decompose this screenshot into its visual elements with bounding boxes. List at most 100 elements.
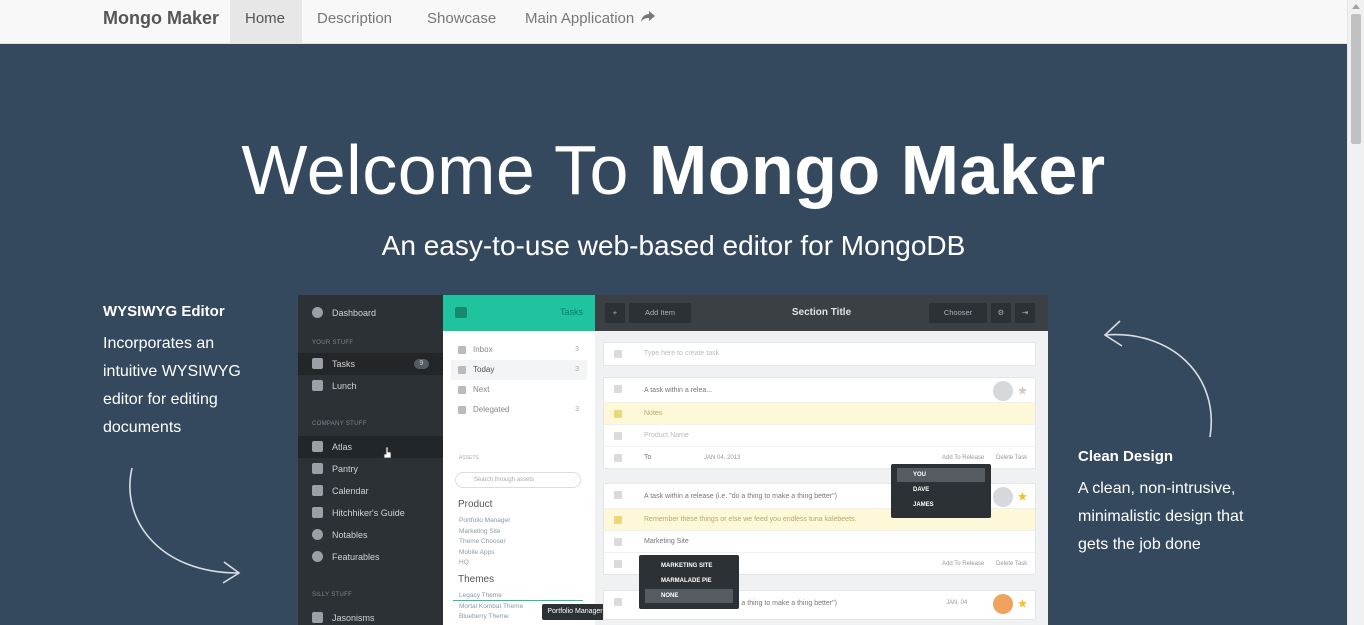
mock-dropdown-option: DAVE bbox=[913, 487, 930, 493]
mock-sidebar-label: Lunch bbox=[332, 381, 357, 391]
mock-list-item-count: 3 bbox=[575, 346, 579, 353]
mock-task-product: Product Name bbox=[604, 425, 1035, 447]
feature-clean-line: gets the job done bbox=[1078, 536, 1201, 553]
mock-product-items: Portfolio Manager Marketing Site Theme C… bbox=[459, 516, 510, 569]
star-icon bbox=[1018, 599, 1027, 608]
mock-sidebar-label: Jasonisms bbox=[332, 613, 375, 623]
mock-sidebar-atlas: Atlas bbox=[298, 436, 443, 458]
mock-theme-item: Mortal Kombat Theme bbox=[459, 602, 524, 610]
mock-exit-icon: ⇥ bbox=[1015, 303, 1035, 323]
mock-task-note-text: Remember these things or else we feed yo… bbox=[644, 516, 857, 523]
inbox-icon bbox=[458, 346, 466, 354]
mock-sidebar-label: Dashboard bbox=[332, 308, 377, 318]
note-icon bbox=[614, 516, 622, 524]
feature-clean-text: A clean, non-intrusive, minimalistic des… bbox=[1078, 475, 1243, 559]
mock-sidebar-lunch: Lunch bbox=[298, 375, 443, 397]
mock-avatar bbox=[993, 594, 1013, 614]
mock-sidebar-label: Notables bbox=[332, 530, 368, 540]
page-scrollbar[interactable] bbox=[1347, 0, 1364, 625]
stack-icon bbox=[455, 307, 467, 318]
mock-task-site-text: Marketing Site bbox=[644, 538, 689, 545]
mock-sidebar-label: Tasks bbox=[332, 359, 356, 369]
feature-wysiwyg-line: documents bbox=[103, 419, 182, 436]
mock-task-title: A task within a relea... bbox=[604, 378, 1035, 403]
mock-section-label: COMPANY STUFF bbox=[312, 421, 367, 427]
mock-list-item-label: Inbox bbox=[473, 345, 493, 354]
map-icon bbox=[312, 441, 323, 452]
star-icon bbox=[1018, 386, 1027, 395]
mock-dropdown-option: JAMES bbox=[913, 502, 934, 508]
clock-icon bbox=[458, 386, 466, 394]
folder-icon bbox=[614, 538, 622, 546]
mock-sidebar-label: Atlas bbox=[332, 442, 353, 452]
checkbox-icon bbox=[614, 598, 622, 606]
scroll-up-arrow-icon[interactable] bbox=[1352, 4, 1360, 9]
feature-wysiwyg-line: Incorporates an bbox=[103, 335, 215, 352]
mock-delete-task: Delete Task bbox=[996, 455, 1028, 461]
mock-sidebar-label: Pantry bbox=[332, 464, 359, 474]
hero-title-light: Welcome To bbox=[241, 131, 649, 209]
mock-product-item: Marketing Site bbox=[459, 527, 501, 535]
mock-sidebar-tasks: Tasks 9 bbox=[298, 353, 443, 375]
mock-sidebar-jasonisms: Jasonisms bbox=[298, 607, 443, 625]
mock-sidebar-label: Calendar bbox=[332, 486, 369, 496]
store-icon bbox=[312, 463, 323, 474]
mock-list-item-label: Next bbox=[473, 385, 490, 394]
brand-link[interactable]: Mongo Maker bbox=[103, 0, 219, 37]
nav-main-application[interactable]: Main Application bbox=[510, 0, 671, 43]
checkbox-icon bbox=[614, 385, 622, 393]
mock-dropdown-option: NONE bbox=[645, 589, 733, 603]
nav-home[interactable]: Home bbox=[230, 0, 302, 43]
mock-sidebar-guide: Hitchhiker's Guide bbox=[298, 502, 443, 524]
mock-product-item: Mobile Apps bbox=[459, 548, 495, 556]
folder-icon bbox=[614, 432, 622, 440]
mock-theme-item: Blueberry Theme bbox=[459, 613, 509, 620]
calendar-icon bbox=[614, 454, 622, 462]
mock-task-notes-text: Notes bbox=[644, 410, 663, 417]
feature-wysiwyg-line: intuitive WYSIWYG bbox=[103, 363, 241, 380]
mock-search-input: Search through assets bbox=[455, 472, 581, 488]
mock-sidebar-label: Hitchhiker's Guide bbox=[332, 508, 405, 518]
mock-task-date: JAN 04, 2013 bbox=[704, 455, 741, 461]
mock-product-item: Theme Chooser bbox=[459, 538, 506, 545]
nav-showcase[interactable]: Showcase bbox=[412, 0, 511, 43]
mock-list-panel: Tasks Inbox 3 Today 3 Next Delegated 3 ASSE… bbox=[443, 295, 595, 625]
mock-task-date: JAN. 04 bbox=[946, 600, 968, 606]
hand-cursor-icon bbox=[383, 447, 392, 458]
mock-list-item: Next bbox=[451, 380, 587, 400]
feature-clean-line: A clean, non-intrusive, bbox=[1078, 480, 1236, 497]
mock-list-item-label: Today bbox=[473, 365, 495, 374]
scroll-thumb[interactable] bbox=[1351, 14, 1361, 144]
mock-avatar bbox=[993, 487, 1013, 507]
feature-clean-title: Clean Design bbox=[1078, 448, 1174, 465]
feature-wysiwyg-title: WYSIWYG Editor bbox=[103, 303, 225, 320]
checkbox-icon bbox=[614, 491, 622, 499]
mock-avatar bbox=[993, 381, 1013, 401]
calendar-icon bbox=[614, 560, 622, 568]
navbar: Mongo Maker Home Description Showcase Ma… bbox=[0, 0, 1347, 44]
mock-sidebar-label: Featurables bbox=[332, 552, 380, 562]
puzzle-icon bbox=[312, 612, 323, 623]
app-screenshot: Dashboard YOUR STUFF Tasks 9 Lunch COMPAN… bbox=[298, 295, 1048, 625]
mock-task-card: A task within a relea... Notes Product N… bbox=[603, 377, 1036, 469]
mock-sidebar-pantry: Pantry bbox=[298, 458, 443, 480]
person-icon bbox=[312, 529, 323, 540]
mock-assign-dropdown: YOU DAVE JAMES bbox=[891, 464, 991, 518]
feature-wysiwyg-line: editor for editing bbox=[103, 391, 218, 408]
mock-sidebar-dashboard: Dashboard bbox=[298, 302, 443, 324]
mock-count-badge: 9 bbox=[414, 359, 429, 369]
mock-list-item: Delegated 3 bbox=[451, 400, 587, 420]
mock-section-label: YOUR STUFF bbox=[312, 340, 354, 346]
mock-task-title-text: A task within a release (i.e. "do a thin… bbox=[644, 493, 837, 500]
mock-list-item: Today 3 bbox=[451, 360, 587, 380]
mock-sidebar-featurables: Featurables bbox=[298, 546, 443, 568]
note-icon bbox=[614, 410, 622, 418]
hero-title: Welcome To Mongo Maker bbox=[0, 130, 1347, 210]
mock-themes-heading: Themes bbox=[458, 574, 495, 585]
star-icon bbox=[1018, 492, 1027, 501]
curved-arrow-left-icon bbox=[129, 467, 241, 584]
mock-create-input: Type here to create task bbox=[604, 343, 1035, 365]
mock-list-header: Tasks bbox=[443, 295, 595, 331]
document-icon bbox=[312, 380, 323, 391]
nav-description[interactable]: Description bbox=[302, 0, 407, 43]
